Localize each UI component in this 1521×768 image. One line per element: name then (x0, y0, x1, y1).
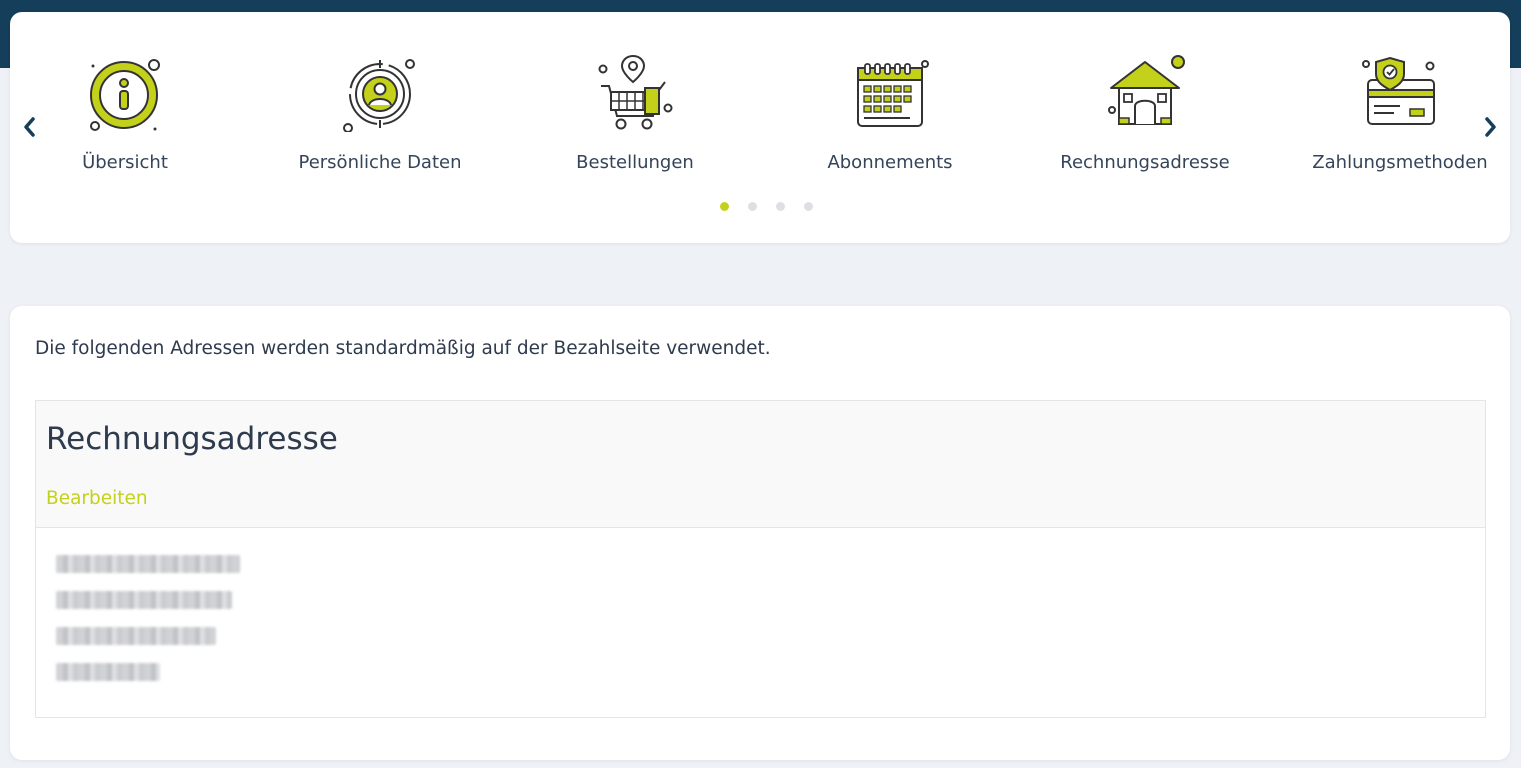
nav-item-label: Zahlungsmethoden (1312, 152, 1488, 173)
intro-text: Die folgenden Adressen werden standardmä… (35, 338, 771, 359)
cart-icon (595, 52, 675, 132)
nav-item-label: Rechnungsadresse (1060, 152, 1230, 173)
billing-address-box: Rechnungsadresse Bearbeiten (35, 400, 1486, 718)
pagination-dot-1[interactable] (719, 202, 729, 211)
address-line-redacted (56, 663, 160, 681)
nav-item-label: Abonnements (827, 152, 953, 173)
house-icon (1105, 52, 1185, 132)
nav-item-orders[interactable]: Bestellungen (510, 12, 760, 202)
pagination-dot-4[interactable] (803, 202, 813, 211)
billing-address-header: Rechnungsadresse Bearbeiten (36, 401, 1485, 528)
address-line-redacted (56, 555, 240, 573)
nav-item-label: Übersicht (82, 152, 168, 173)
billing-address-lines (56, 555, 240, 699)
info-icon (85, 52, 165, 132)
nav-item-label: Bestellungen (576, 152, 694, 173)
nav-item-label: Persönliche Daten (298, 152, 462, 173)
calendar-icon (850, 52, 930, 132)
nav-item-billing-address[interactable]: Rechnungsadresse (1020, 12, 1270, 202)
billing-address-title: Rechnungsadresse (46, 421, 338, 457)
nav-item-personal-data[interactable]: Persönliche Daten (255, 12, 505, 202)
user-target-icon (340, 52, 420, 132)
address-line-redacted (56, 627, 216, 645)
nav-item-overview[interactable]: Übersicht (0, 12, 250, 202)
nav-item-subscriptions[interactable]: Abonnements (765, 12, 1015, 202)
pagination-dot-2[interactable] (747, 202, 757, 211)
addresses-card: Die folgenden Adressen werden standardmä… (10, 306, 1510, 760)
nav-item-payment-methods[interactable]: Zahlungsmethoden (1275, 12, 1521, 202)
address-line-redacted (56, 591, 232, 609)
card-shield-icon (1360, 52, 1440, 132)
pagination-dot-3[interactable] (775, 202, 785, 211)
carousel-pagination (10, 202, 1510, 214)
account-nav-carousel: Übersicht Persönliche Daten Bestellungen… (10, 12, 1510, 243)
edit-billing-address-link[interactable]: Bearbeiten (46, 488, 148, 509)
